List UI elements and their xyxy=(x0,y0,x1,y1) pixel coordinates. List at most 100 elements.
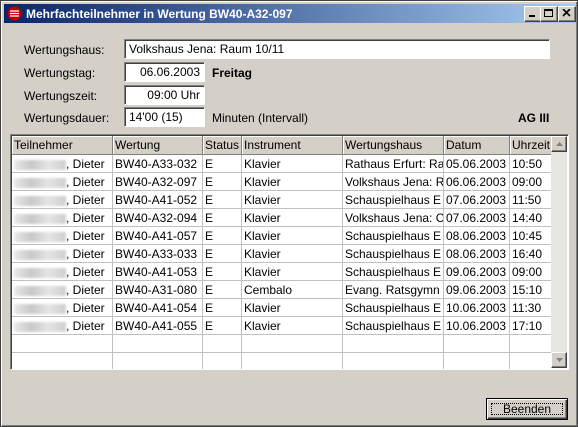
cell-status: E xyxy=(203,263,242,281)
wertungshaus-label: Wertungshaus: xyxy=(24,43,105,57)
cell-status: E xyxy=(203,281,242,299)
first-name: , Dieter xyxy=(66,157,105,171)
scroll-down-button[interactable] xyxy=(551,352,567,368)
cell-zeit: 11:50 xyxy=(510,191,552,209)
focus-rect xyxy=(491,403,563,415)
cell-haus: Volkshaus Jena: R xyxy=(343,173,444,191)
table-row[interactable] xyxy=(12,335,552,353)
col-wertungshaus[interactable]: Wertungshaus xyxy=(343,136,444,155)
cell-zeit: 14:40 xyxy=(510,209,552,227)
cell-name xyxy=(12,335,113,353)
cell-wertung: BW40-A41-057 xyxy=(113,227,203,245)
col-datum[interactable]: Datum xyxy=(444,136,510,155)
cell-zeit: 11:30 xyxy=(510,299,552,317)
scroll-up-button[interactable] xyxy=(551,136,567,152)
title-bar[interactable]: Mehrfachteilnehmer in Wertung BW40-A32-0… xyxy=(4,4,576,23)
table-row[interactable]: , Dieter BW40-A32-094 E Klavier Volkshaus Je… xyxy=(12,209,552,227)
first-name: , Dieter xyxy=(66,211,105,225)
table-row[interactable]: , Dieter BW40-A41-053 E Klavier Schauspielha… xyxy=(12,263,552,281)
table-row[interactable]: , Dieter BW40-A32-097 E Klavier Volkshaus Je… xyxy=(12,173,552,191)
wertungsdauer-field[interactable]: 14'00 (15) xyxy=(124,107,205,127)
close-button[interactable] xyxy=(558,6,576,22)
cell-instrument xyxy=(242,335,343,353)
table-row[interactable]: , Dieter BW40-A41-052 E Klavier Schauspielha… xyxy=(12,191,552,209)
cell-wertung: BW40-A41-055 xyxy=(113,317,203,335)
cell-name: , Dieter xyxy=(12,281,113,299)
cell-instrument: Klavier xyxy=(242,227,343,245)
first-name: , Dieter xyxy=(66,193,105,207)
cell-status: E xyxy=(203,299,242,317)
cell-zeit xyxy=(510,335,552,353)
cell-instrument: Klavier xyxy=(242,191,343,209)
cell-status: E xyxy=(203,191,242,209)
arrow-up-icon xyxy=(556,142,563,146)
cell-haus: Schauspielhaus E xyxy=(343,227,444,245)
cell-zeit: 10:50 xyxy=(510,155,552,173)
cell-instrument: Klavier xyxy=(242,209,343,227)
cell-name: , Dieter xyxy=(12,299,113,317)
table-row[interactable] xyxy=(12,353,552,369)
vertical-scrollbar[interactable] xyxy=(551,136,567,368)
first-name: , Dieter xyxy=(66,175,105,189)
cell-instrument: Klavier xyxy=(242,245,343,263)
redacted-name xyxy=(14,231,66,242)
cell-instrument: Klavier xyxy=(242,173,343,191)
cell-haus xyxy=(343,353,444,369)
wertungshaus-field[interactable]: Volkshaus Jena: Raum 10/11 xyxy=(124,39,550,59)
wertungstag-field[interactable]: 06.06.2003 xyxy=(124,62,205,82)
redacted-name xyxy=(14,321,66,332)
cell-datum: 07.06.2003 xyxy=(444,191,510,209)
cell-instrument xyxy=(242,353,343,369)
table-row[interactable]: , Dieter BW40-A41-055 E Klavier Schauspielha… xyxy=(12,317,552,335)
table-row[interactable]: , Dieter BW40-A33-032 E Klavier Rathaus Erfu… xyxy=(12,155,552,173)
maximize-button[interactable] xyxy=(540,6,558,22)
col-teilnehmer[interactable]: Teilnehmer xyxy=(12,136,113,155)
cell-haus: Schauspielhaus E xyxy=(343,263,444,281)
table-row[interactable]: , Dieter BW40-A31-080 E Cembalo Evang. Ratsg… xyxy=(12,281,552,299)
participants-table[interactable]: Teilnehmer Wertung Status Instrument Wer… xyxy=(10,134,569,370)
col-wertung[interactable]: Wertung xyxy=(113,136,203,155)
first-name: , Dieter xyxy=(66,319,105,333)
first-name: , Dieter xyxy=(66,265,105,279)
cell-name: , Dieter xyxy=(12,317,113,335)
cell-status xyxy=(203,335,242,353)
cell-datum: 10.06.2003 xyxy=(444,299,510,317)
col-uhrzeit[interactable]: Uhrzeit xyxy=(510,136,553,155)
table-row[interactable]: , Dieter BW40-A41-057 E Klavier Schauspielha… xyxy=(12,227,552,245)
table-body: , Dieter BW40-A33-032 E Klavier Rathaus Erfu… xyxy=(12,155,552,369)
dauer-unit-label: Minuten (Intervall) xyxy=(212,111,309,125)
cell-haus: Schauspielhaus E xyxy=(343,299,444,317)
col-instrument[interactable]: Instrument xyxy=(242,136,343,155)
window-title: Mehrfachteilnehmer in Wertung BW40-A32-0… xyxy=(26,7,293,21)
redacted-name xyxy=(14,159,66,170)
cell-wertung: BW40-A32-094 xyxy=(113,209,203,227)
redacted-name xyxy=(14,267,66,278)
wertungszeit-field[interactable]: 09:00 Uhr xyxy=(124,85,205,105)
cell-zeit: 17:10 xyxy=(510,317,552,335)
beenden-button[interactable]: Beenden xyxy=(486,398,568,420)
cell-zeit: 09:00 xyxy=(510,263,552,281)
redacted-name xyxy=(14,249,66,260)
cell-wertung: BW40-A41-053 xyxy=(113,263,203,281)
table-row[interactable]: , Dieter BW40-A33-033 E Klavier Schauspielha… xyxy=(12,245,552,263)
cell-wertung: BW40-A41-052 xyxy=(113,191,203,209)
maximize-icon xyxy=(544,9,553,17)
col-status[interactable]: Status xyxy=(203,136,242,155)
cell-haus: Evang. Ratsgymn xyxy=(343,281,444,299)
cell-zeit: 09:00 xyxy=(510,173,552,191)
cell-wertung: BW40-A41-054 xyxy=(113,299,203,317)
cell-status xyxy=(203,353,242,369)
table-row[interactable]: , Dieter BW40-A41-054 E Klavier Schauspielha… xyxy=(12,299,552,317)
app-icon xyxy=(7,6,22,21)
minimize-icon xyxy=(529,15,535,17)
cell-zeit: 15:10 xyxy=(510,281,552,299)
dialog-window: Mehrfachteilnehmer in Wertung BW40-A32-0… xyxy=(0,0,578,427)
cell-haus: Schauspielhaus E xyxy=(343,191,444,209)
first-name: , Dieter xyxy=(66,229,105,243)
cell-datum: 05.06.2003 xyxy=(444,155,510,173)
cell-zeit: 10:45 xyxy=(510,227,552,245)
cell-instrument: Klavier xyxy=(242,263,343,281)
cell-status: E xyxy=(203,227,242,245)
cell-datum: 06.06.2003 xyxy=(444,173,510,191)
cell-zeit xyxy=(510,353,552,369)
